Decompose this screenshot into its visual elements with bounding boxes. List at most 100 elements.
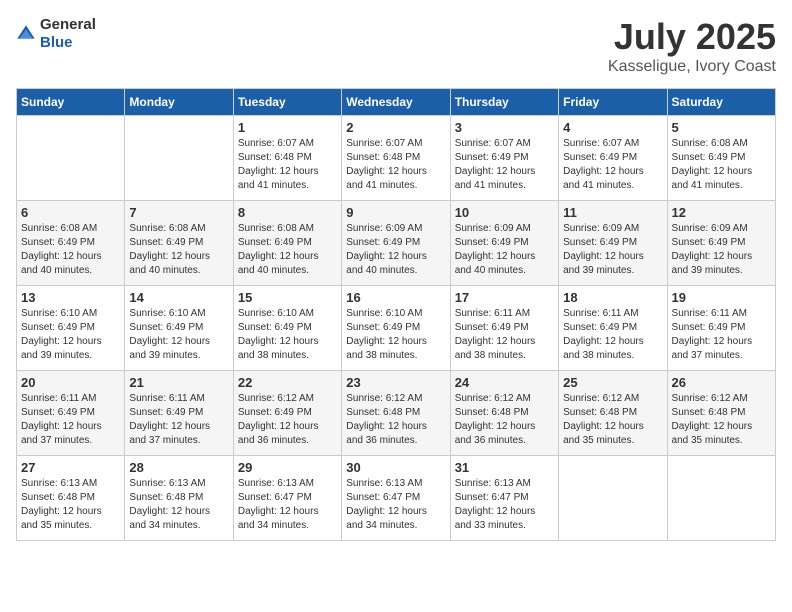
calendar-cell	[17, 116, 125, 201]
calendar-cell: 11 Sunrise: 6:09 AM Sunset: 6:49 PM Dayli…	[559, 201, 667, 286]
calendar-cell: 24Sunrise: 6:12 AM Sunset: 6:48 PM Dayli…	[450, 371, 558, 456]
day-number: 31	[455, 460, 554, 475]
day-info: Sunrise: 6:13 AM Sunset: 6:47 PM Dayligh…	[346, 477, 445, 533]
weekday-header-thursday: Thursday	[450, 89, 558, 116]
day-number: 25	[563, 375, 662, 390]
calendar-cell: 23 Sunrise: 6:12 AM Sunset: 6:48 PM Dayli…	[342, 371, 450, 456]
calendar-cell: 7 Sunrise: 6:08 AM Sunset: 6:49 PM Daylig…	[125, 201, 233, 286]
week-row-4: 20 Sunrise: 6:11 AM Sunset: 6:49 PM Dayli…	[17, 371, 776, 456]
calendar-cell: 15Sunrise: 6:10 AM Sunset: 6:49 PM Dayli…	[233, 286, 341, 371]
day-info: Sunrise: 6:12 AM Sunset: 6:48 PM Dayligh…	[455, 392, 554, 448]
calendar-cell: 1 Sunrise: 6:07 AM Sunset: 6:48 PM Daylig…	[233, 116, 341, 201]
day-info: Sunrise: 6:11 AM Sunset: 6:49 PM Dayligh…	[672, 307, 771, 363]
calendar-cell: 10Sunrise: 6:09 AM Sunset: 6:49 PM Dayli…	[450, 201, 558, 286]
weekday-header-wednesday: Wednesday	[342, 89, 450, 116]
calendar-cell: 22 Sunrise: 6:12 AM Sunset: 6:49 PM Dayli…	[233, 371, 341, 456]
day-number: 21	[129, 375, 228, 390]
day-number: 28	[129, 460, 228, 475]
day-info: Sunrise: 6:07 AM Sunset: 6:49 PM Dayligh…	[563, 137, 662, 193]
logo-blue: Blue	[40, 34, 73, 51]
day-info: Sunrise: 6:12 AM Sunset: 6:48 PM Dayligh…	[672, 392, 771, 448]
day-info: Sunrise: 6:11 AM Sunset: 6:49 PM Dayligh…	[455, 307, 554, 363]
day-info: Sunrise: 6:11 AM Sunset: 6:49 PM Dayligh…	[129, 392, 228, 448]
day-info: Sunrise: 6:10 AM Sunset: 6:49 PM Dayligh…	[21, 307, 120, 363]
calendar-cell: 6 Sunrise: 6:08 AM Sunset: 6:49 PM Daylig…	[17, 201, 125, 286]
day-info: Sunrise: 6:12 AM Sunset: 6:48 PM Dayligh…	[346, 392, 445, 448]
day-number: 6	[21, 205, 120, 220]
day-number: 1	[238, 120, 337, 135]
calendar-cell	[667, 456, 775, 541]
calendar-cell: 13 Sunrise: 6:10 AM Sunset: 6:49 PM Dayli…	[17, 286, 125, 371]
day-info: Sunrise: 6:12 AM Sunset: 6:49 PM Dayligh…	[238, 392, 337, 448]
calendar-cell: 31 Sunrise: 6:13 AM Sunset: 6:47 PM Dayli…	[450, 456, 558, 541]
day-number: 11	[563, 205, 662, 220]
day-number: 23	[346, 375, 445, 390]
day-info: Sunrise: 6:09 AM Sunset: 6:49 PM Dayligh…	[346, 222, 445, 278]
day-number: 9	[346, 205, 445, 220]
day-number: 17	[455, 290, 554, 305]
week-row-5: 27Sunrise: 6:13 AM Sunset: 6:48 PM Dayli…	[17, 456, 776, 541]
day-info: Sunrise: 6:08 AM Sunset: 6:49 PM Dayligh…	[672, 137, 771, 193]
week-row-1: 1 Sunrise: 6:07 AM Sunset: 6:48 PM Daylig…	[17, 116, 776, 201]
day-info: Sunrise: 6:09 AM Sunset: 6:49 PM Dayligh…	[563, 222, 662, 278]
day-info: Sunrise: 6:11 AM Sunset: 6:49 PM Dayligh…	[563, 307, 662, 363]
calendar-cell: 16Sunrise: 6:10 AM Sunset: 6:49 PM Dayli…	[342, 286, 450, 371]
logo-icon	[16, 24, 36, 44]
day-info: Sunrise: 6:11 AM Sunset: 6:49 PM Dayligh…	[21, 392, 120, 448]
day-info: Sunrise: 6:08 AM Sunset: 6:49 PM Dayligh…	[21, 222, 120, 278]
calendar-cell: 30 Sunrise: 6:13 AM Sunset: 6:47 PM Dayli…	[342, 456, 450, 541]
day-number: 8	[238, 205, 337, 220]
header: General Blue July 2025 Kasseligue, Ivory…	[16, 16, 776, 76]
calendar-cell: 26 Sunrise: 6:12 AM Sunset: 6:48 PM Dayli…	[667, 371, 775, 456]
calendar-cell: 2Sunrise: 6:07 AM Sunset: 6:48 PM Daylig…	[342, 116, 450, 201]
calendar-cell: 19 Sunrise: 6:11 AM Sunset: 6:49 PM Dayli…	[667, 286, 775, 371]
calendar-cell: 3Sunrise: 6:07 AM Sunset: 6:49 PM Daylig…	[450, 116, 558, 201]
day-number: 20	[21, 375, 120, 390]
weekday-header-saturday: Saturday	[667, 89, 775, 116]
day-info: Sunrise: 6:12 AM Sunset: 6:48 PM Dayligh…	[563, 392, 662, 448]
day-number: 22	[238, 375, 337, 390]
day-number: 7	[129, 205, 228, 220]
day-number: 14	[129, 290, 228, 305]
calendar-cell: 29Sunrise: 6:13 AM Sunset: 6:47 PM Dayli…	[233, 456, 341, 541]
day-info: Sunrise: 6:10 AM Sunset: 6:49 PM Dayligh…	[129, 307, 228, 363]
calendar-cell: 27Sunrise: 6:13 AM Sunset: 6:48 PM Dayli…	[17, 456, 125, 541]
calendar-cell: 14 Sunrise: 6:10 AM Sunset: 6:49 PM Dayli…	[125, 286, 233, 371]
day-number: 26	[672, 375, 771, 390]
day-number: 13	[21, 290, 120, 305]
day-number: 16	[346, 290, 445, 305]
logo-text: General Blue	[40, 16, 96, 52]
day-number: 4	[563, 120, 662, 135]
day-info: Sunrise: 6:08 AM Sunset: 6:49 PM Dayligh…	[129, 222, 228, 278]
day-info: Sunrise: 6:08 AM Sunset: 6:49 PM Dayligh…	[238, 222, 337, 278]
calendar-cell: 18 Sunrise: 6:11 AM Sunset: 6:49 PM Dayli…	[559, 286, 667, 371]
day-info: Sunrise: 6:09 AM Sunset: 6:49 PM Dayligh…	[455, 222, 554, 278]
calendar-cell: 5 Sunrise: 6:08 AM Sunset: 6:49 PM Daylig…	[667, 116, 775, 201]
weekday-header-friday: Friday	[559, 89, 667, 116]
weekday-header-monday: Monday	[125, 89, 233, 116]
day-info: Sunrise: 6:13 AM Sunset: 6:48 PM Dayligh…	[129, 477, 228, 533]
day-number: 15	[238, 290, 337, 305]
calendar-cell: 28 Sunrise: 6:13 AM Sunset: 6:48 PM Dayli…	[125, 456, 233, 541]
week-row-3: 13 Sunrise: 6:10 AM Sunset: 6:49 PM Dayli…	[17, 286, 776, 371]
day-info: Sunrise: 6:07 AM Sunset: 6:49 PM Dayligh…	[455, 137, 554, 193]
calendar-cell: 12Sunrise: 6:09 AM Sunset: 6:49 PM Dayli…	[667, 201, 775, 286]
day-number: 19	[672, 290, 771, 305]
day-number: 30	[346, 460, 445, 475]
day-info: Sunrise: 6:13 AM Sunset: 6:47 PM Dayligh…	[455, 477, 554, 533]
day-info: Sunrise: 6:07 AM Sunset: 6:48 PM Dayligh…	[346, 137, 445, 193]
calendar-cell: 4 Sunrise: 6:07 AM Sunset: 6:49 PM Daylig…	[559, 116, 667, 201]
day-info: Sunrise: 6:09 AM Sunset: 6:49 PM Dayligh…	[672, 222, 771, 278]
day-number: 5	[672, 120, 771, 135]
location-title: Kasseligue, Ivory Coast	[608, 58, 776, 76]
calendar-cell: 25 Sunrise: 6:12 AM Sunset: 6:48 PM Dayli…	[559, 371, 667, 456]
title-area: July 2025 Kasseligue, Ivory Coast	[608, 16, 776, 76]
day-info: Sunrise: 6:07 AM Sunset: 6:48 PM Dayligh…	[238, 137, 337, 193]
calendar-cell: 17 Sunrise: 6:11 AM Sunset: 6:49 PM Dayli…	[450, 286, 558, 371]
logo: General Blue	[16, 16, 96, 52]
week-row-2: 6 Sunrise: 6:08 AM Sunset: 6:49 PM Daylig…	[17, 201, 776, 286]
day-number: 29	[238, 460, 337, 475]
day-number: 18	[563, 290, 662, 305]
weekday-header-tuesday: Tuesday	[233, 89, 341, 116]
calendar-cell: 20 Sunrise: 6:11 AM Sunset: 6:49 PM Dayli…	[17, 371, 125, 456]
